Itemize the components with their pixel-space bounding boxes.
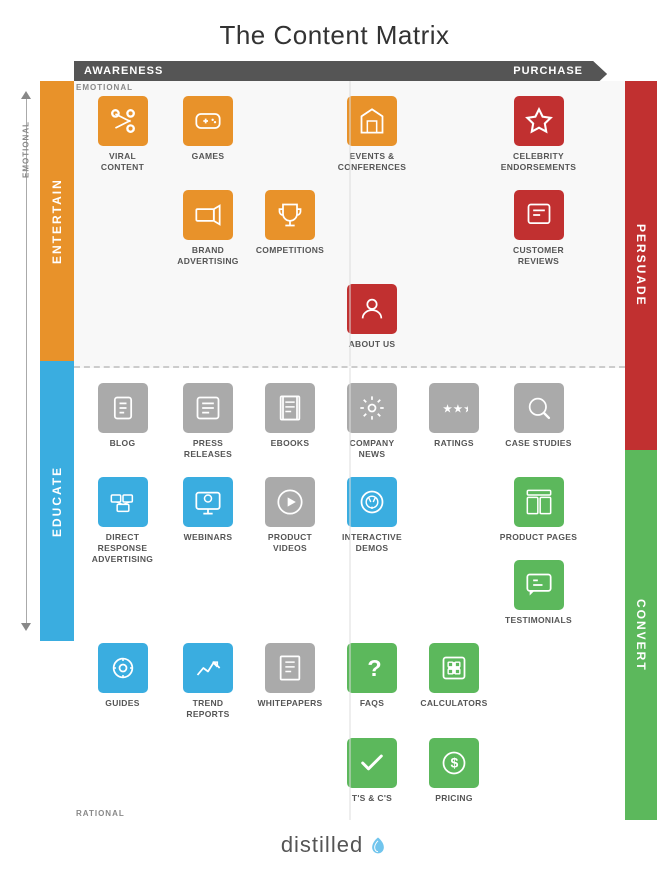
press-releases-item: PRESSRELEASES xyxy=(168,378,248,468)
ebooks-icon xyxy=(265,383,315,433)
company-news-item: COMPANYNEWS xyxy=(332,378,412,468)
trend-reports-label: TRENDREPORTS xyxy=(186,698,229,720)
convert-label: CONVERT xyxy=(625,450,657,819)
product-videos-icon xyxy=(265,477,315,527)
calculators-icon xyxy=(429,643,479,693)
interactive-demos-label: INTERACTIVEDEMOS xyxy=(342,532,402,554)
case-studies-icon xyxy=(514,383,564,433)
blog-label: BLOG xyxy=(110,438,136,449)
rational-text: RATIONAL xyxy=(76,809,125,818)
direct-response-label: DIRECT RESPONSEADVERTISING xyxy=(81,532,164,565)
customer-reviews-item: CUSTOMERREVIEWS xyxy=(496,185,581,275)
brand-advertising-item: BRANDADVERTISING xyxy=(168,185,248,275)
pricing-label: PRICING xyxy=(435,793,473,804)
bottom-half: RATIONAL BLOG PR xyxy=(74,368,625,819)
faqs-item: ? FAQs xyxy=(332,638,412,728)
emotional-text: EMOTIONAL xyxy=(76,83,133,92)
customer-reviews-label: CUSTOMERREVIEWS xyxy=(513,245,564,267)
pricing-item: $ PRICING xyxy=(414,733,494,812)
brand-name: distilled xyxy=(281,832,363,858)
testimonials-icon xyxy=(514,560,564,610)
celebrity-endorsements-item: CELEBRITYENDORSEMENTS xyxy=(496,91,581,181)
whitepapers-label: WHITEPAPERS xyxy=(257,698,322,709)
svg-text:★★★: ★★★ xyxy=(442,403,468,416)
about-us-icon xyxy=(347,284,397,334)
trend-reports-item: TRENDREPORTS xyxy=(168,638,248,728)
product-pages-icon xyxy=(514,477,564,527)
blog-icon xyxy=(98,383,148,433)
product-videos-item: PRODUCTVIDEOS xyxy=(250,472,330,562)
about-us-item: ABOUT US xyxy=(332,279,412,358)
blog-item: BLOG xyxy=(79,378,166,468)
competitions-item: COMPETITIONS xyxy=(250,185,330,275)
top-axis-bar: AWARENESS PURCHASE xyxy=(74,61,593,81)
viral-content-label: VIRALCONTENT xyxy=(101,151,144,173)
entertain-label: ENTERTAIN xyxy=(40,81,74,361)
ts-cs-item: T's & C's xyxy=(332,733,412,812)
awareness-label: AWARENESS xyxy=(84,65,163,77)
viral-content-icon xyxy=(98,96,148,146)
press-releases-label: PRESSRELEASES xyxy=(184,438,232,460)
press-releases-icon xyxy=(183,383,233,433)
testimonials-item: TESTIMONIALS xyxy=(496,555,581,634)
games-item: GAMES xyxy=(168,91,248,181)
footer: distilled xyxy=(10,832,659,866)
educate-label: EDUCATE xyxy=(40,361,74,641)
guides-item: GUIDES xyxy=(79,638,166,728)
guides-label: GUIDES xyxy=(105,698,139,709)
testimonials-label: TESTIMONIALS xyxy=(505,615,572,626)
events-conferences-item: EVENTS &CONFERENCES xyxy=(332,91,412,181)
direct-response-icon xyxy=(98,477,148,527)
events-icon xyxy=(347,96,397,146)
about-us-label: ABOUT US xyxy=(349,339,396,350)
rational-down-arrow xyxy=(21,623,31,631)
celebrity-label: CELEBRITYENDORSEMENTS xyxy=(501,151,576,173)
product-pages-item: PRODUCT PAGES xyxy=(496,472,581,551)
competitions-icon xyxy=(265,190,315,240)
company-news-label: COMPANYNEWS xyxy=(350,438,395,460)
ratings-icon: ★★★ xyxy=(429,383,479,433)
competitions-label: COMPETITIONS xyxy=(256,245,324,256)
purchase-label: PURCHASE xyxy=(513,65,583,77)
games-icon xyxy=(183,96,233,146)
viral-content-item: VIRALCONTENT xyxy=(79,91,166,181)
games-label: GAMES xyxy=(192,151,225,162)
trend-reports-icon xyxy=(183,643,233,693)
top-half: EMOTIONAL VIRALCONTENT xyxy=(74,81,625,368)
webinars-label: WEBINARS xyxy=(184,532,233,543)
interactive-demos-item: INTERACTIVEDEMOS xyxy=(332,472,412,562)
calculators-label: CALCULATORS xyxy=(420,698,487,709)
calculators-item: CALCULATORS xyxy=(414,638,494,728)
ratings-label: RATINGS xyxy=(434,438,474,449)
product-pages-label: PRODUCT PAGES xyxy=(500,532,577,543)
webinars-icon xyxy=(183,477,233,527)
brand-logo-icon xyxy=(368,835,388,855)
whitepapers-icon xyxy=(265,643,315,693)
svg-text:$: $ xyxy=(451,754,459,770)
product-videos-label: PRODUCTVIDEOS xyxy=(268,532,312,554)
whitepapers-item: WHITEPAPERS xyxy=(250,638,330,728)
brand-advertising-icon xyxy=(183,190,233,240)
ts-cs-label: T's & C's xyxy=(352,793,392,804)
brand-advertising-label: BRANDADVERTISING xyxy=(177,245,238,267)
page-title: The Content Matrix xyxy=(10,20,659,51)
case-studies-item: CASE STUDIES xyxy=(496,378,581,468)
case-studies-label: CASE STUDIES xyxy=(505,438,571,449)
ratings-item: ★★★ RATINGS xyxy=(414,378,494,468)
emotional-up-arrow xyxy=(21,91,31,99)
direct-response-item: DIRECT RESPONSEADVERTISING xyxy=(79,472,166,573)
interactive-demos-icon xyxy=(347,477,397,527)
guides-icon xyxy=(98,643,148,693)
faqs-icon: ? xyxy=(347,643,397,693)
celebrity-icon xyxy=(514,96,564,146)
ebooks-label: EBOOKS xyxy=(271,438,310,449)
company-news-icon xyxy=(347,383,397,433)
webinars-item: WEBINARS xyxy=(168,472,248,551)
ebooks-item: EBOOKS xyxy=(250,378,330,468)
persuade-label: PERSUADE xyxy=(625,81,657,450)
faqs-label: FAQs xyxy=(360,698,384,709)
customer-reviews-icon xyxy=(514,190,564,240)
svg-text:?: ? xyxy=(367,656,381,682)
emotional-label: EMOTIONAL xyxy=(22,121,31,178)
